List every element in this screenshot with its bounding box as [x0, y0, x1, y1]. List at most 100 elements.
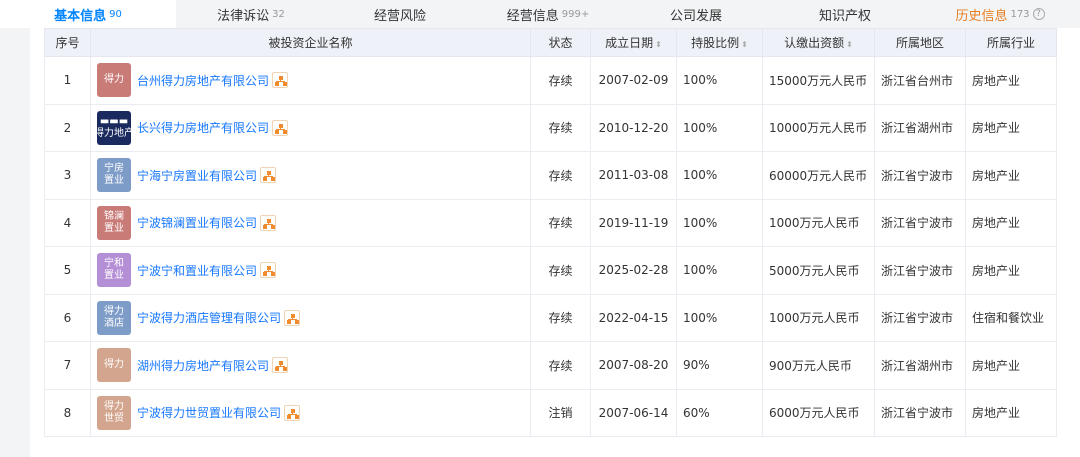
status-badge: 存续	[530, 246, 591, 295]
relation-graph-icon[interactable]	[260, 262, 277, 279]
sort-icon[interactable]: ⬍	[846, 40, 853, 49]
company-logo[interactable]: 得力	[97, 348, 131, 383]
company-logo[interactable]: 得力	[97, 63, 131, 98]
tab-ip[interactable]: 知识产权	[770, 0, 920, 28]
relation-graph-icon[interactable]	[272, 72, 289, 89]
industry: 房地产业	[965, 151, 1057, 200]
subscribed-capital: 15000万元人民币	[762, 56, 875, 105]
col-header-ratio[interactable]: 持股比例 ⬍	[676, 28, 763, 57]
share-ratio: 60%	[676, 388, 763, 437]
table-body: 1 得力 台州得力房地产有限公司 存续 2007-02-09 100% 1500…	[44, 56, 1057, 437]
industry: 房地产业	[965, 388, 1057, 437]
status-badge: 存续	[530, 198, 591, 247]
company-name-link[interactable]: 长兴得力房地产有限公司	[137, 119, 269, 136]
tab-count: 999+	[561, 8, 590, 20]
row-index: 3	[44, 151, 91, 200]
relation-graph-icon[interactable]	[284, 404, 301, 421]
logo-text: 得力地产	[97, 127, 131, 139]
subscribed-capital: 1000万元人民币	[762, 198, 875, 247]
relation-graph-icon-part	[275, 367, 280, 372]
company-name-link[interactable]: 宁波宁和置业有限公司	[137, 262, 257, 279]
industry: 住宿和餐饮业	[965, 293, 1057, 342]
company-name-link[interactable]: 宁波得力酒店管理有限公司	[137, 309, 281, 326]
relation-graph-icon-part	[263, 272, 268, 277]
table-row: 2 ▬▬▬ 得力地产 长兴得力房地产有限公司 存续 2010-12-20 100%…	[44, 103, 1057, 152]
industry: 房地产业	[965, 56, 1057, 105]
company-name-link[interactable]: 宁海宁房置业有限公司	[137, 167, 257, 184]
relation-graph-icon[interactable]	[260, 214, 277, 231]
tab-history[interactable]: 历史信息 173?	[920, 0, 1080, 28]
relation-graph-icon[interactable]	[284, 309, 301, 326]
tab-label: 历史信息	[955, 8, 1008, 24]
header-label: 认缴出资额	[784, 36, 845, 50]
company-logo[interactable]: 得力 世贸	[97, 395, 131, 430]
founded-date: 2010-12-20	[590, 103, 677, 152]
company-cell: 得力 酒店 宁波得力酒店管理有限公司	[90, 293, 531, 342]
industry: 房地产业	[965, 198, 1057, 247]
company-cell: 得力 世贸 宁波得力世贸置业有限公司	[90, 388, 531, 437]
tab-operation[interactable]: 经营信息 999+	[474, 0, 622, 28]
logo-text: 置业	[104, 270, 124, 282]
table-row: 8 得力 世贸 宁波得力世贸置业有限公司 注销 2007-06-14 60% 60…	[44, 388, 1057, 437]
company-logo[interactable]: 得力 酒店	[97, 300, 131, 335]
tab-label: 经营风险	[373, 8, 426, 24]
tab-count: 173	[1010, 8, 1030, 20]
company-cell: 锦澜 置业 宁波锦澜置业有限公司	[90, 198, 531, 247]
tab-basic-info[interactable]: 基本信息 90	[0, 0, 176, 28]
tab-legal[interactable]: 法律诉讼 32	[176, 0, 326, 28]
company-name-link[interactable]: 湖州得力房地产有限公司	[137, 357, 269, 374]
relation-graph-icon-part	[271, 224, 276, 229]
subscribed-capital: 1000万元人民币	[762, 293, 875, 342]
share-ratio: 100%	[676, 198, 763, 247]
relation-graph-icon-part	[263, 177, 268, 182]
region: 浙江省宁波市	[874, 388, 966, 437]
relation-graph-icon-part	[263, 224, 268, 229]
relation-graph-icon-part	[283, 367, 288, 372]
region: 浙江省湖州市	[874, 103, 966, 152]
col-header-company: 被投资企业名称	[90, 28, 531, 57]
founded-date: 2007-08-20	[590, 341, 677, 390]
relation-graph-icon-part	[271, 177, 276, 182]
sort-icon[interactable]: ⬍	[741, 40, 748, 49]
company-name-link[interactable]: 台州得力房地产有限公司	[137, 72, 269, 89]
relation-graph-icon[interactable]	[272, 357, 289, 374]
founded-date: 2025-02-28	[590, 246, 677, 295]
table-row: 3 宁房 置业 宁海宁房置业有限公司 存续 2011-03-08 100% 600…	[44, 151, 1057, 200]
share-ratio: 90%	[676, 341, 763, 390]
row-index: 1	[44, 56, 91, 105]
table-row: 6 得力 酒店 宁波得力酒店管理有限公司 存续 2022-04-15 100% 1…	[44, 293, 1057, 342]
tab-bar: 基本信息 90 法律诉讼 32 经营风险 经营信息 999+ 公司发展 知识产权 历史…	[0, 0, 1080, 28]
help-icon[interactable]: ?	[1032, 8, 1045, 20]
row-index: 5	[44, 246, 91, 295]
logo-text: 得力	[104, 74, 124, 86]
tab-label: 知识产权	[818, 8, 871, 24]
company-name-link[interactable]: 宁波锦澜置业有限公司	[137, 214, 257, 231]
industry: 房地产业	[965, 103, 1057, 152]
share-ratio: 100%	[676, 56, 763, 105]
tab-count: 32	[272, 8, 285, 20]
founded-date: 2007-06-14	[590, 388, 677, 437]
company-cell: 得力 湖州得力房地产有限公司	[90, 341, 531, 390]
relation-graph-icon[interactable]	[272, 119, 289, 136]
relation-graph-icon-part	[295, 319, 300, 324]
relation-graph-icon[interactable]	[260, 167, 277, 184]
status-badge: 注销	[530, 388, 591, 437]
company-cell: 宁和 置业 宁波宁和置业有限公司	[90, 246, 531, 295]
col-header-index: 序号	[44, 28, 91, 57]
share-ratio: 100%	[676, 246, 763, 295]
col-header-capital[interactable]: 认缴出资额 ⬍	[762, 28, 875, 57]
company-logo[interactable]: 锦澜 置业	[97, 205, 131, 240]
company-logo[interactable]: 宁房 置业	[97, 158, 131, 193]
company-logo[interactable]: ▬▬▬ 得力地产	[97, 110, 131, 145]
subscribed-capital: 900万元人民币	[762, 341, 875, 390]
region: 浙江省湖州市	[874, 341, 966, 390]
col-header-date[interactable]: 成立日期 ⬍	[590, 28, 677, 57]
logo-text: 得力	[104, 305, 124, 317]
tab-risk[interactable]: 经营风险	[326, 0, 474, 28]
region: 浙江省台州市	[874, 56, 966, 105]
company-name-link[interactable]: 宁波得力世贸置业有限公司	[137, 404, 281, 421]
tab-development[interactable]: 公司发展	[622, 0, 770, 28]
logo-text: 宁和	[104, 258, 124, 270]
sort-icon[interactable]: ⬍	[655, 40, 662, 49]
company-logo[interactable]: 宁和 置业	[97, 253, 131, 288]
